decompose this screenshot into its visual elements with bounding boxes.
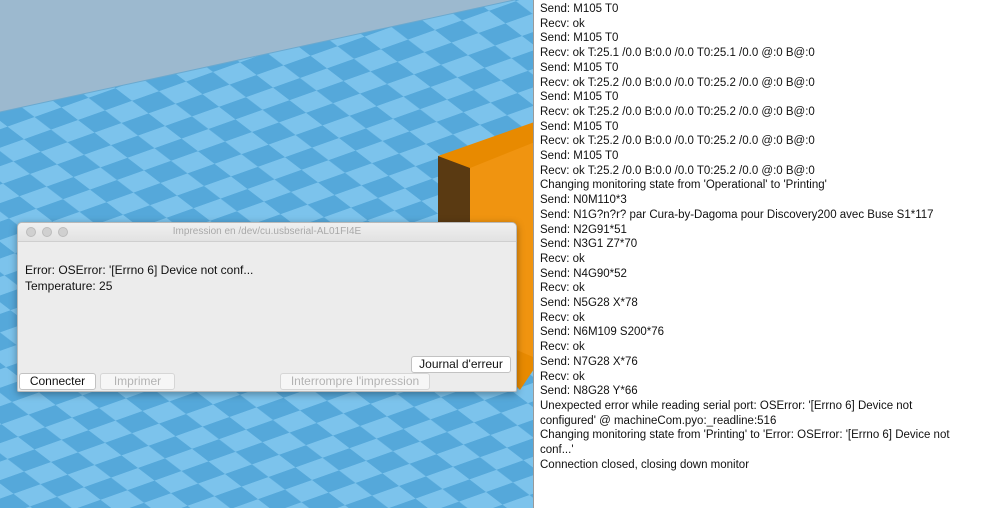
log-console[interactable]: Send: M105 T0 Recv: ok Send: M105 T0 Recv: … (533, 0, 1000, 508)
log-line: Send: N4G90*52 (540, 267, 627, 280)
log-line: Recv: ok (540, 17, 585, 30)
status-message: Error: OSError: '[Errno 6] Device not co… (25, 262, 253, 294)
log-line: configured' @ machineCom.pyo:_readline:5… (540, 414, 777, 427)
temperature-text: Temperature: 25 (25, 279, 113, 293)
print-button[interactable]: Imprimer (100, 373, 175, 390)
dialog-title: Impression en /dev/cu.usbserial-AL01FI4E (172, 226, 362, 237)
error-log-button[interactable]: Journal d'erreur (411, 356, 511, 373)
log-line: Recv: ok T:25.2 /0.0 B:0.0 /0.0 T0:25.2 … (540, 135, 815, 148)
log-line: Recv: ok (540, 370, 585, 383)
log-line: Recv: ok T:25.2 /0.0 B:0.0 /0.0 T0:25.2 … (540, 164, 815, 177)
error-text: Error: OSError: '[Errno 6] Device not co… (25, 263, 254, 277)
log-line: Send: N3G1 Z7*70 (540, 238, 638, 251)
log-line: Recv: ok (540, 252, 585, 265)
log-line: Send: M105 T0 (540, 61, 619, 74)
log-line: Send: M105 T0 (540, 3, 619, 15)
print-dialog: Impression en /dev/cu.usbserial-AL01FI4E… (17, 222, 517, 392)
log-line: Send: M105 T0 (540, 91, 619, 104)
dialog-titlebar[interactable]: Impression en /dev/cu.usbserial-AL01FI4E (18, 223, 516, 242)
log-line: Send: N5G28 X*78 (540, 297, 638, 310)
cancel-print-button[interactable]: Interrompre l'impression (280, 373, 430, 390)
log-line: Send: N2G91*51 (540, 223, 627, 236)
log-line: Recv: ok (540, 311, 585, 324)
log-line: Send: N6M109 S200*76 (540, 326, 665, 339)
log-line: conf...' (540, 444, 574, 457)
log-line: Send: M105 T0 (540, 32, 619, 45)
log-lines: Send: M105 T0 Recv: ok Send: M105 T0 Recv: … (534, 0, 1000, 473)
log-line: Send: M105 T0 (540, 120, 619, 133)
log-line: Unexpected error while reading serial po… (540, 399, 913, 412)
log-line: Recv: ok (540, 341, 585, 354)
log-line: Recv: ok T:25.2 /0.0 B:0.0 /0.0 T0:25.2 … (540, 105, 815, 118)
log-line: Recv: ok T:25.1 /0.0 B:0.0 /0.0 T0:25.1 … (540, 47, 815, 60)
log-line: Send: N0M110*3 (540, 194, 627, 207)
log-line: Send: M105 T0 (540, 150, 619, 163)
log-line: Changing monitoring state from 'Operatio… (540, 179, 827, 192)
connect-button[interactable]: Connecter (19, 373, 96, 390)
log-line: Recv: ok (540, 282, 585, 295)
log-line: Send: N1G?n?r? par Cura-by-Dagoma pour D… (540, 208, 934, 221)
log-line: Changing monitoring state from 'Printing… (540, 429, 950, 442)
log-line: Connection closed, closing down monitor (540, 458, 750, 471)
log-line: Send: N8G28 Y*66 (540, 385, 638, 398)
log-line: Send: N7G28 X*76 (540, 355, 638, 368)
log-line: Recv: ok T:25.2 /0.0 B:0.0 /0.0 T0:25.2 … (540, 76, 815, 89)
